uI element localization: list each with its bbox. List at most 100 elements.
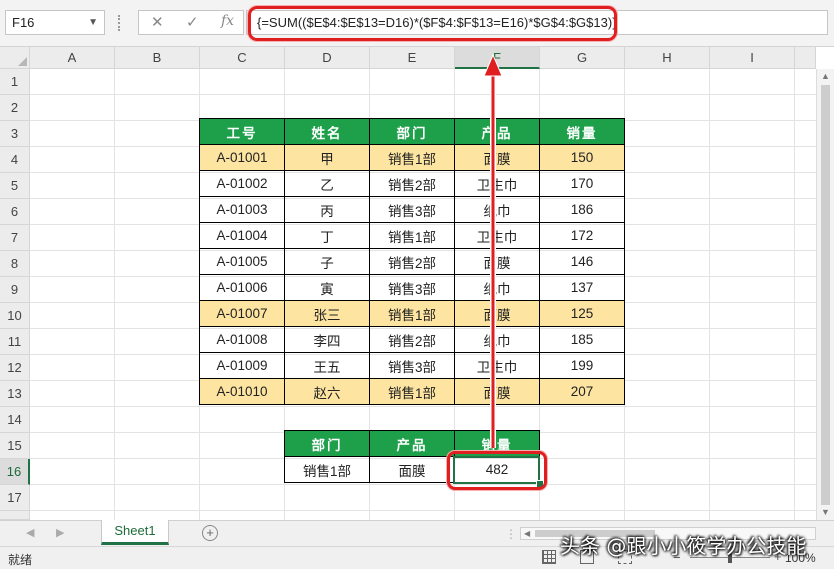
row-header[interactable]: 15 [0,433,30,459]
row-header[interactable]: 8 [0,251,30,277]
cell[interactable]: 甲 [284,144,370,171]
cell[interactable]: A-01004 [199,222,285,249]
check-icon[interactable]: ✓ [186,13,199,31]
cell[interactable]: 销售3部 [369,274,455,301]
cell[interactable]: 纸巾 [454,326,540,353]
cell[interactable]: 张三 [284,300,370,327]
header-cell[interactable]: 产品 [454,118,540,145]
insert-function-icon[interactable]: fx [221,13,234,29]
cell[interactable]: 面膜 [454,300,540,327]
cell[interactable]: 137 [539,274,625,301]
cell[interactable]: 面膜 [454,144,540,171]
scroll-thumb[interactable] [821,85,830,505]
row-header[interactable]: 1 [0,69,30,95]
cell[interactable]: 赵六 [284,378,370,405]
column-header-d[interactable]: D [285,47,370,69]
row-header[interactable]: 16 [0,459,30,485]
column-header-f[interactable]: F [455,47,540,69]
cell[interactable]: 销售2部 [369,326,455,353]
row-header[interactable]: 13 [0,381,30,407]
scroll-left-icon[interactable]: ◀ [524,528,530,539]
cell[interactable]: 销售3部 [369,196,455,223]
cell[interactable]: 170 [539,170,625,197]
column-header-c[interactable]: C [200,47,285,69]
header-cell[interactable]: 部门 [369,118,455,145]
cell[interactable]: 纸巾 [454,274,540,301]
row-header[interactable]: 6 [0,199,30,225]
cell[interactable]: 寅 [284,274,370,301]
row-header[interactable]: 3 [0,121,30,147]
cell[interactable]: 销售1部 [369,222,455,249]
cell[interactable]: A-01001 [199,144,285,171]
cell[interactable]: 销售1部 [369,300,455,327]
cell[interactable]: 纸巾 [454,196,540,223]
column-header-i[interactable]: I [710,47,795,69]
header-cell[interactable]: 销量 [539,118,625,145]
cell[interactable]: A-01009 [199,352,285,379]
scroll-down-icon[interactable]: ▼ [821,507,830,517]
cell[interactable]: 丙 [284,196,370,223]
cell[interactable]: 面膜 [369,456,455,483]
cell[interactable]: A-01003 [199,196,285,223]
cell[interactable]: A-01008 [199,326,285,353]
sheet-tab-active[interactable]: Sheet1 [101,520,169,545]
tab-splitter-icon[interactable]: ⋮ [505,527,517,541]
column-header-a[interactable]: A [30,47,115,69]
cell[interactable]: 面膜 [454,378,540,405]
row-header[interactable]: 17 [0,485,30,511]
cell[interactable]: 186 [539,196,625,223]
cell[interactable]: 207 [539,378,625,405]
row-header[interactable]: 14 [0,407,30,433]
next-sheet-icon[interactable]: ▶ [56,526,64,539]
cell[interactable]: 146 [539,248,625,275]
column-header-h[interactable]: H [625,47,710,69]
cell[interactable]: 销售2部 [369,170,455,197]
cancel-icon[interactable]: ✕ [151,13,164,31]
cell[interactable]: A-01002 [199,170,285,197]
chevron-down-icon[interactable]: ▼ [88,11,98,34]
cell[interactable]: 卫生巾 [454,352,540,379]
row-header[interactable]: 5 [0,173,30,199]
column-header-b[interactable]: B [115,47,200,69]
row-header[interactable]: 10 [0,303,30,329]
header-cell[interactable]: 产品 [369,430,455,457]
cell[interactable]: 125 [539,300,625,327]
splitter-handle[interactable] [118,15,122,31]
cell[interactable]: 185 [539,326,625,353]
add-sheet-icon[interactable]: + [202,525,218,541]
cell[interactable]: 李四 [284,326,370,353]
prev-sheet-icon[interactable]: ◀ [26,526,34,539]
row-header[interactable]: 7 [0,225,30,251]
row-header[interactable]: 11 [0,329,30,355]
row-header[interactable]: 12 [0,355,30,381]
cell[interactable]: 子 [284,248,370,275]
column-header-partial[interactable] [795,47,816,69]
cell[interactable]: A-01005 [199,248,285,275]
column-header-e[interactable]: E [370,47,455,69]
column-header-g[interactable]: G [540,47,625,69]
cell[interactable]: 卫生巾 [454,170,540,197]
cell[interactable]: 199 [539,352,625,379]
row-header-partial[interactable] [0,511,30,520]
cell[interactable]: 卫生巾 [454,222,540,249]
cell[interactable]: 乙 [284,170,370,197]
cell[interactable]: A-01007 [199,300,285,327]
cell[interactable]: 172 [539,222,625,249]
normal-view-icon[interactable] [542,550,556,564]
row-header[interactable]: 4 [0,147,30,173]
cell[interactable]: 王五 [284,352,370,379]
cell[interactable]: 销售1部 [284,456,370,483]
cell[interactable]: 销售2部 [369,248,455,275]
cell[interactable]: A-01006 [199,274,285,301]
header-cell[interactable]: 部门 [284,430,370,457]
cell[interactable]: 150 [539,144,625,171]
row-header[interactable]: 2 [0,95,30,121]
cell[interactable]: 销售3部 [369,352,455,379]
scroll-up-icon[interactable]: ▲ [821,71,830,81]
name-box[interactable]: F16 ▼ [5,10,105,35]
vertical-scrollbar[interactable]: ▲ ▼ [816,69,834,520]
select-all-corner[interactable] [0,47,30,69]
cell[interactable]: A-01010 [199,378,285,405]
cell[interactable]: 面膜 [454,248,540,275]
header-cell[interactable]: 工号 [199,118,285,145]
